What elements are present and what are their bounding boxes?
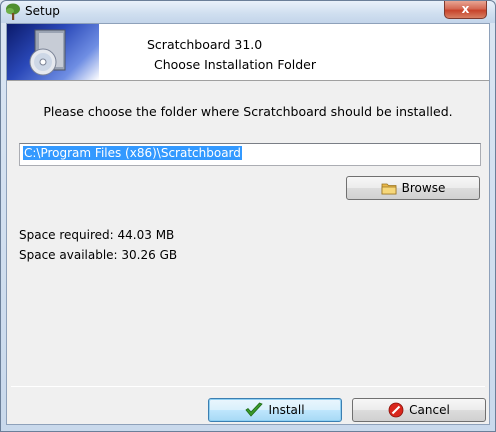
install-path-input[interactable]: C:\Program Files (x86)\Scratchboard [19, 143, 481, 166]
install-path-value: C:\Program Files (x86)\Scratchboard [23, 146, 242, 160]
header-divider [7, 80, 489, 81]
folder-icon [381, 183, 397, 195]
window-title: Setup [25, 4, 60, 18]
browse-label: Browse [401, 181, 446, 195]
installer-disc-icon [29, 29, 66, 76]
close-icon: x [461, 2, 470, 16]
install-label: Install [268, 403, 305, 417]
setup-window: Setup x Scratchboard 31.0 Choose Install… [0, 0, 496, 432]
footer-divider [11, 386, 485, 387]
product-title: Scratchboard 31.0 [147, 37, 263, 52]
tree-icon [6, 3, 20, 20]
install-button[interactable]: Install [208, 398, 342, 422]
instruction-text: Please choose the folder where Scratchbo… [43, 104, 453, 119]
cancel-button[interactable]: Cancel [352, 398, 486, 422]
page-subtitle: Choose Installation Folder [154, 57, 316, 72]
cancel-icon [388, 402, 404, 418]
cancel-label: Cancel [409, 403, 450, 417]
space-available-text: Space available: 30.26 GB [19, 248, 178, 262]
dialog-client-area: Scratchboard 31.0 Choose Installation Fo… [6, 23, 490, 425]
title-bar[interactable]: Setup x [1, 1, 495, 23]
space-required-text: Space required: 44.03 MB [19, 228, 175, 242]
checkmark-icon [245, 402, 264, 417]
close-button[interactable]: x [444, 1, 487, 19]
browse-button[interactable]: Browse [346, 176, 480, 200]
header-banner [7, 24, 99, 80]
header-panel: Scratchboard 31.0 Choose Installation Fo… [7, 24, 489, 80]
